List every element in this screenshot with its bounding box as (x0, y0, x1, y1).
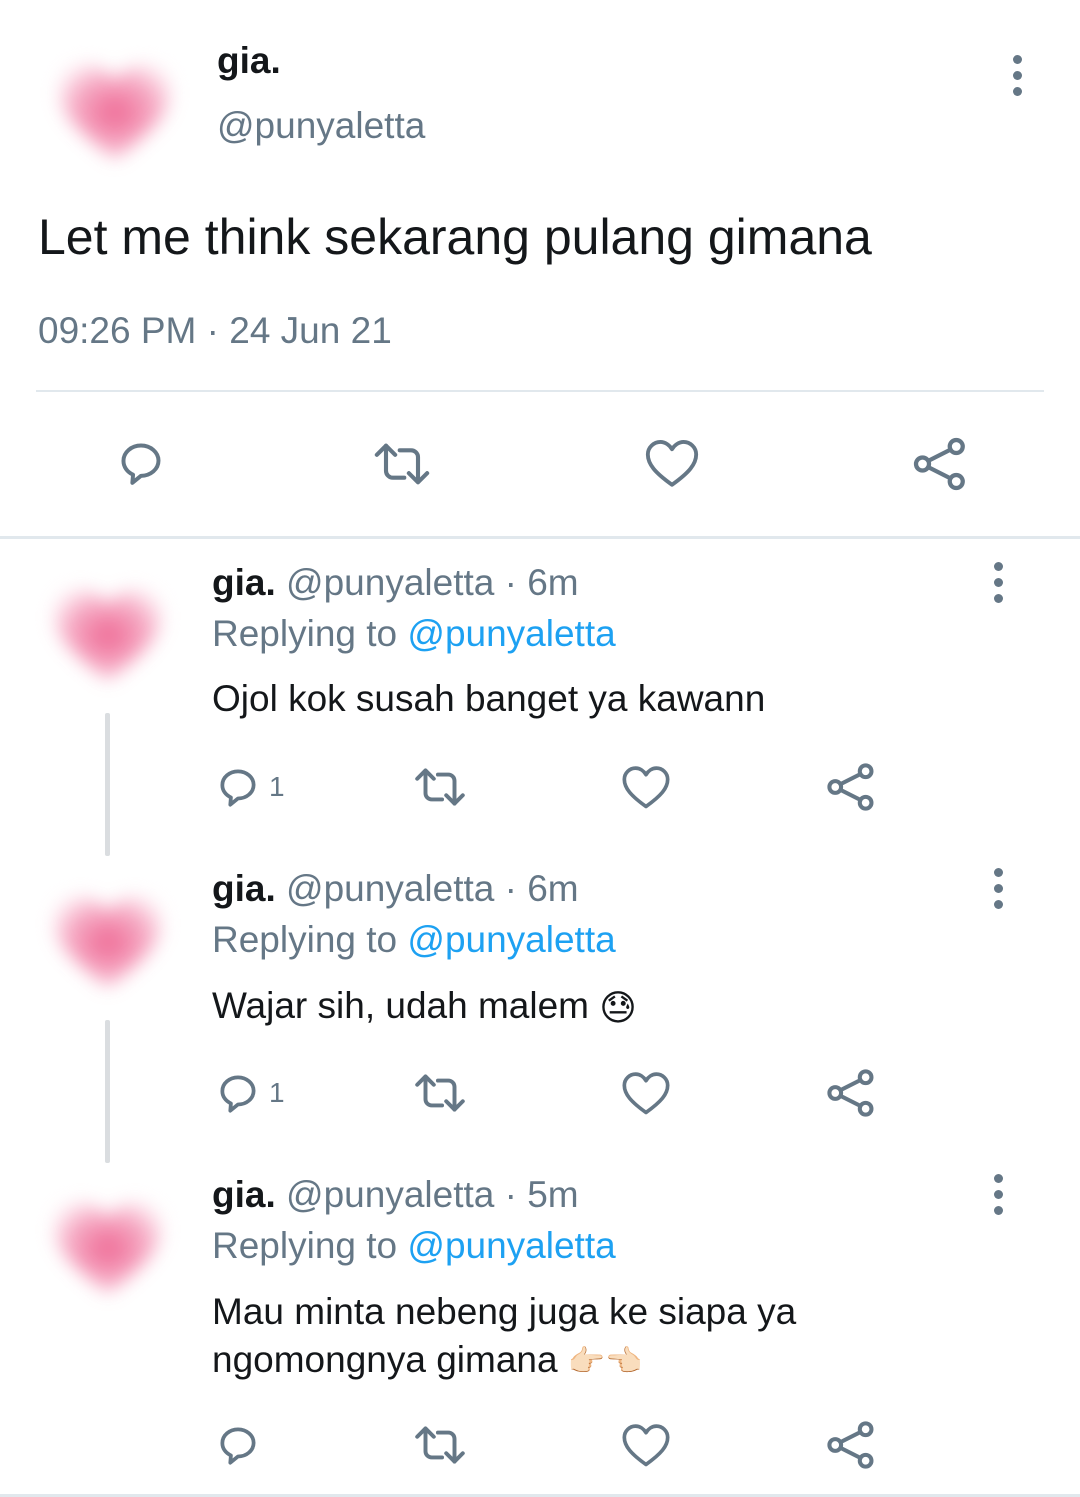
main-tweet-display-name[interactable]: gia. (217, 40, 281, 82)
reply-2-text-block: Wajar sih, udah malem 😓 (212, 982, 1012, 1032)
pink-heart-icon (59, 64, 171, 160)
reply-2-like-button[interactable] (620, 1068, 672, 1118)
thread-connector-line (105, 713, 110, 856)
more-dot-icon (993, 867, 1003, 877)
reply-3-reply-button[interactable] (213, 1420, 269, 1470)
reply-2-reply-count: 1 (269, 1077, 285, 1108)
reply-1-avatar[interactable] (40, 565, 175, 700)
reply-2-display-name[interactable]: gia. (212, 868, 276, 909)
heart-outline-icon (622, 1072, 670, 1115)
reply-1-like-button[interactable] (620, 762, 672, 812)
replying-to-label: Replying to (212, 613, 398, 654)
reply-3-retweet-button[interactable] (411, 1420, 469, 1470)
retweet-icon (415, 768, 465, 806)
thread-section-divider (0, 536, 1080, 539)
reply-2-text: Wajar sih, udah malem (212, 985, 589, 1026)
reply-2-share-button[interactable] (824, 1066, 878, 1120)
reply-2-retweet-button[interactable] (411, 1068, 469, 1118)
main-retweet-button[interactable] (370, 436, 434, 492)
reply-3-text-line-1: Mau minta nebeng juga ke siapa ya (212, 1291, 797, 1332)
share-icon (827, 1421, 874, 1469)
replying-to-handle-link[interactable]: @punyaletta (407, 613, 615, 654)
sad-sweat-face-emoji: 😓 (599, 987, 637, 1029)
main-tweet-avatar[interactable] (45, 40, 185, 180)
reply-icon (220, 1427, 256, 1465)
reply-1-reply-count: 1 (269, 771, 285, 802)
pink-heart-icon (53, 588, 162, 681)
retweet-icon (415, 1074, 465, 1112)
main-share-button[interactable] (910, 434, 970, 494)
main-like-button[interactable] (643, 435, 701, 491)
reply-icon (220, 1075, 256, 1113)
main-tweet-divider (36, 390, 1044, 392)
reply-3-time: · 5m (504, 1174, 579, 1215)
replying-to-handle-link[interactable]: @punyaletta (407, 919, 615, 960)
reply-icon (121, 443, 161, 485)
pointing-fingers-emoji: 👉🏻👈🏻 (567, 1345, 643, 1379)
more-dot-icon (993, 561, 1003, 571)
reply-2-avatar[interactable] (40, 872, 175, 1007)
heart-outline-icon (645, 440, 699, 487)
reply-1-more-button[interactable] (978, 552, 1018, 612)
main-tweet-handle[interactable]: @punyaletta (217, 105, 425, 147)
replying-to-handle-link[interactable]: @punyaletta (407, 1225, 615, 1266)
reply-3-display-name[interactable]: gia. (212, 1174, 276, 1215)
share-icon (827, 1069, 874, 1117)
thread-connector-line (105, 1020, 110, 1163)
replying-to-label: Replying to (212, 1225, 398, 1266)
reply-1-header: gia. @punyaletta · 6m (212, 562, 579, 604)
reply-3-more-button[interactable] (978, 1164, 1018, 1224)
more-dot-icon (993, 899, 1003, 909)
reply-2-more-button[interactable] (978, 858, 1018, 918)
reply-3-text-block: Mau minta nebeng juga ke siapa ya ngomon… (212, 1288, 1012, 1386)
more-dot-icon (993, 593, 1003, 603)
reply-1-reply-button[interactable]: 1 (213, 762, 285, 812)
main-tweet-text: Let me think sekarang pulang gimana (38, 209, 872, 265)
reply-2-reply-button[interactable]: 1 (213, 1068, 285, 1118)
reply-2-time: · 6m (504, 868, 579, 909)
main-reply-button[interactable] (113, 435, 169, 491)
reply-1-retweet-button[interactable] (411, 762, 469, 812)
more-dot-icon (1012, 54, 1022, 64)
replying-to-label: Replying to (212, 919, 398, 960)
share-icon (827, 763, 874, 811)
main-tweet-more-button[interactable] (997, 45, 1037, 105)
main-tweet-timestamp[interactable]: 09:26 PM · 24 Jun 21 (38, 310, 392, 352)
more-dot-icon (993, 883, 1003, 893)
retweet-icon (415, 1426, 465, 1464)
more-dot-icon (1012, 86, 1022, 96)
reply-3-header: gia. @punyaletta · 5m (212, 1174, 579, 1216)
reply-1-time: · 6m (504, 562, 579, 603)
pink-heart-icon (53, 895, 162, 988)
reply-3-replying-to: Replying to @punyaletta (212, 1225, 616, 1267)
more-dot-icon (993, 1205, 1003, 1215)
reply-1-display-name[interactable]: gia. (212, 562, 276, 603)
reply-1-share-button[interactable] (824, 760, 878, 814)
reply-1-replying-to: Replying to @punyaletta (212, 613, 616, 655)
reply-2-handle[interactable]: @punyaletta (286, 868, 494, 909)
reply-icon (220, 769, 256, 807)
reply-3-handle[interactable]: @punyaletta (286, 1174, 494, 1215)
share-icon (913, 437, 965, 491)
heart-outline-icon (622, 766, 670, 809)
heart-outline-icon (622, 1424, 670, 1467)
more-dot-icon (1012, 70, 1022, 80)
reply-3-text-line-2-row: ngomongnya gimana 👉🏻👈🏻 (212, 1336, 1012, 1386)
more-dot-icon (993, 1189, 1003, 1199)
more-dot-icon (993, 577, 1003, 587)
pink-heart-icon (53, 1201, 162, 1294)
reply-1-text: Ojol kok susah banget ya kawann (212, 678, 766, 719)
reply-2-header: gia. @punyaletta · 6m (212, 868, 579, 910)
reply-3-text-line-2: ngomongnya gimana (212, 1339, 558, 1380)
reply-2-replying-to: Replying to @punyaletta (212, 919, 616, 961)
reply-3-like-button[interactable] (620, 1420, 672, 1470)
reply-3-share-button[interactable] (824, 1418, 878, 1472)
reply-1-handle[interactable]: @punyaletta (286, 562, 494, 603)
retweet-icon (374, 443, 430, 485)
reply-3-avatar[interactable] (40, 1178, 175, 1313)
more-dot-icon (993, 1173, 1003, 1183)
